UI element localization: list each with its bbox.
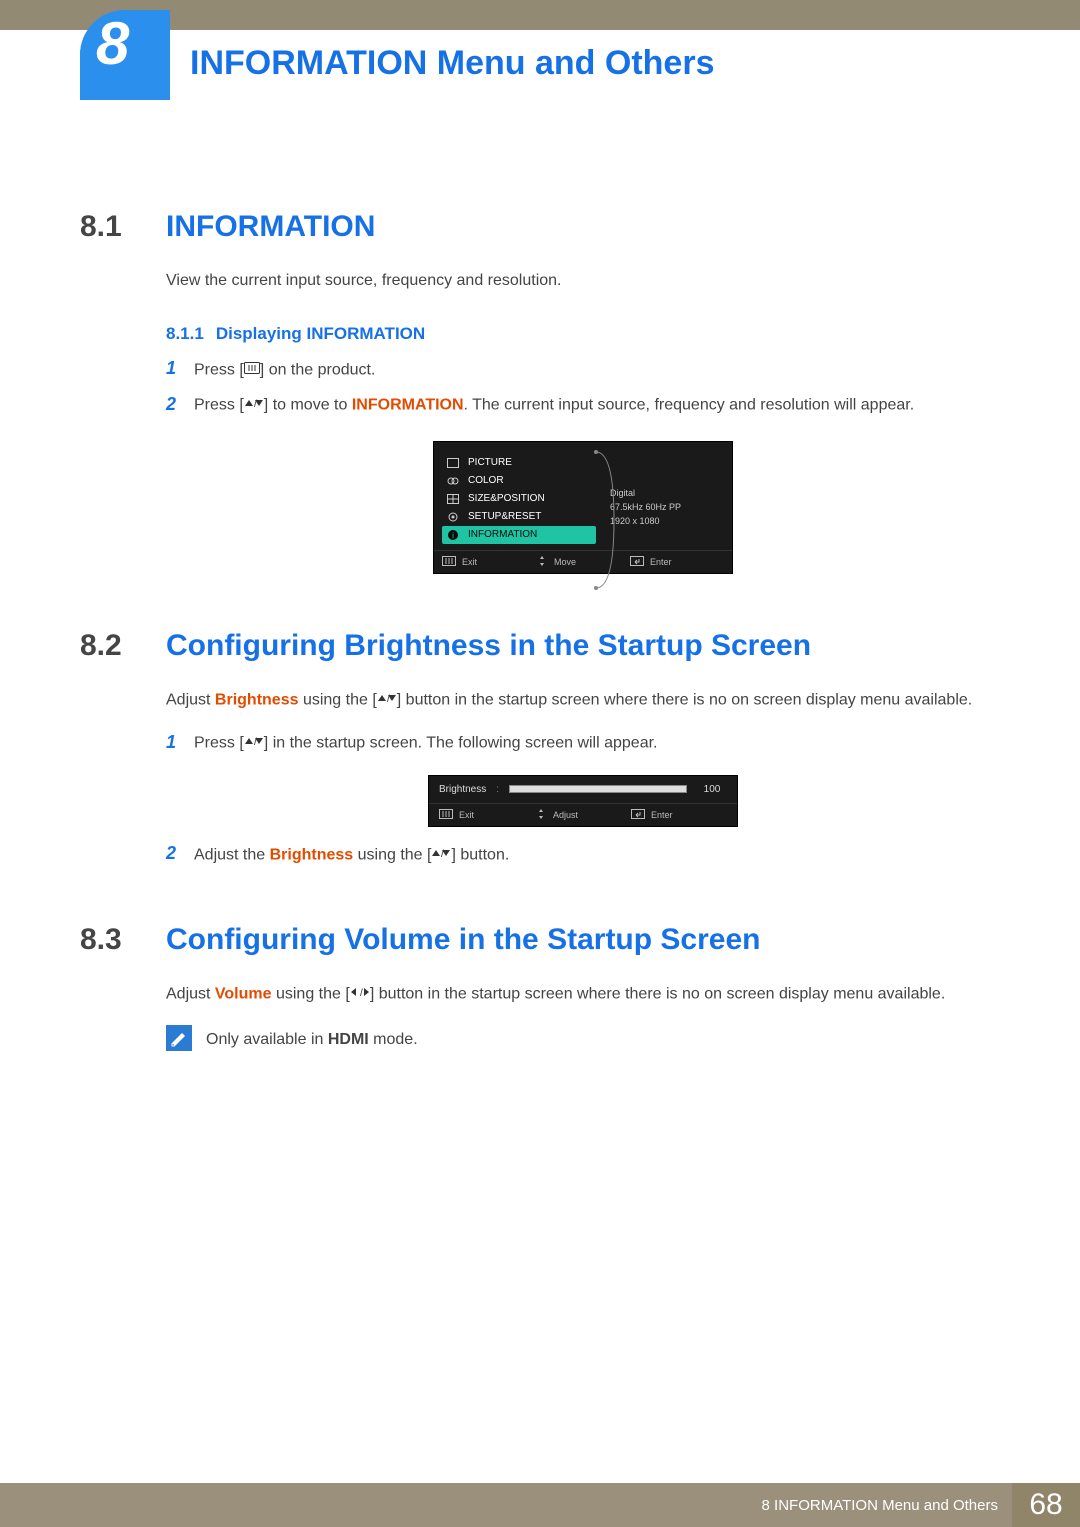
section-title: Configuring Brightness in the Startup Sc… (166, 629, 811, 663)
para: Adjust Brightness using the [/] button i… (166, 688, 1000, 713)
move-icon (536, 555, 548, 569)
menu-button-icon (442, 556, 456, 568)
osd-item-picture: PICTURE (442, 454, 596, 472)
up-down-icon: / (431, 843, 451, 868)
page-number: 68 (1012, 1483, 1080, 1527)
section-number: 8.3 (80, 923, 146, 957)
section-number: 8.1 (80, 210, 146, 244)
osd-information-menu: PICTURE COLOR SIZE&POSITION (433, 441, 733, 574)
section-8-1: 8.1 INFORMATION View the current input s… (80, 210, 1000, 574)
menu-button-icon (244, 358, 260, 383)
section-number: 8.2 (80, 629, 146, 663)
osd-brightness: Brightness : 100 Exit Adjust Enter (428, 775, 738, 827)
info-icon: i (446, 529, 460, 541)
enter-icon (630, 556, 644, 568)
picture-icon (446, 457, 460, 469)
para: Adjust Volume using the [/] button in th… (166, 982, 1000, 1007)
section-8-3: 8.3 Configuring Volume in the Startup Sc… (80, 923, 1000, 1053)
osd-item-color: COLOR (442, 472, 596, 490)
osd-bottom-bar: Exit Move Enter (434, 550, 732, 573)
step-2: 2 Adjust the Brightness using the [/] bu… (166, 843, 1000, 868)
content: 8.1 INFORMATION View the current input s… (80, 30, 1000, 1053)
footer-text: 8 INFORMATION Menu and Others (762, 1497, 998, 1514)
osd-bottom-bar: Exit Adjust Enter (429, 803, 737, 826)
step-1: 1 Press [/] in the startup screen. The f… (166, 731, 1000, 756)
osd-info-panel: Digital 67.5kHz 60Hz PP 1920 x 1080 (604, 442, 732, 550)
note: Only available in HDMI mode. (166, 1025, 1000, 1053)
step-1: 1 Press [] on the product. (166, 358, 1000, 383)
osd-label: Brightness (439, 784, 486, 795)
step-2: 2 Press [/] to move to INFORMATION. The … (166, 393, 1000, 418)
chapter-title: INFORMATION Menu and Others (190, 44, 714, 83)
subsection-title: Displaying INFORMATION (216, 324, 425, 344)
osd-item-size: SIZE&POSITION (442, 490, 596, 508)
manual-page: 8 INFORMATION Menu and Others 8.1 INFORM… (0, 0, 1080, 1527)
enter-icon (631, 809, 645, 821)
color-icon (446, 475, 460, 487)
size-icon (446, 493, 460, 505)
section-intro: View the current input source, frequency… (166, 269, 1000, 294)
adjust-icon (535, 808, 547, 822)
svg-text:i: i (452, 531, 454, 540)
left-right-icon: / (350, 982, 370, 1007)
up-down-icon: / (244, 731, 264, 756)
osd-menu-list: PICTURE COLOR SIZE&POSITION (434, 442, 604, 550)
osd-item-setup: SETUP&RESET (442, 508, 596, 526)
section-title: Configuring Volume in the Startup Screen (166, 923, 760, 957)
osd-slider (509, 785, 687, 793)
up-down-icon: / (244, 393, 264, 418)
menu-button-icon (439, 809, 453, 821)
note-icon (166, 1025, 192, 1051)
chapter-number: 8 (96, 14, 129, 74)
gear-icon (446, 511, 460, 523)
page-footer: 8 INFORMATION Menu and Others 68 (0, 1483, 1080, 1527)
up-down-icon: / (377, 688, 397, 713)
osd-item-information: i INFORMATION (442, 526, 596, 544)
section-title: INFORMATION (166, 210, 375, 244)
osd-value: 100 (697, 784, 727, 795)
svg-text:/: / (360, 988, 363, 998)
subsection-number: 8.1.1 (166, 324, 204, 344)
section-8-2: 8.2 Configuring Brightness in the Startu… (80, 629, 1000, 868)
